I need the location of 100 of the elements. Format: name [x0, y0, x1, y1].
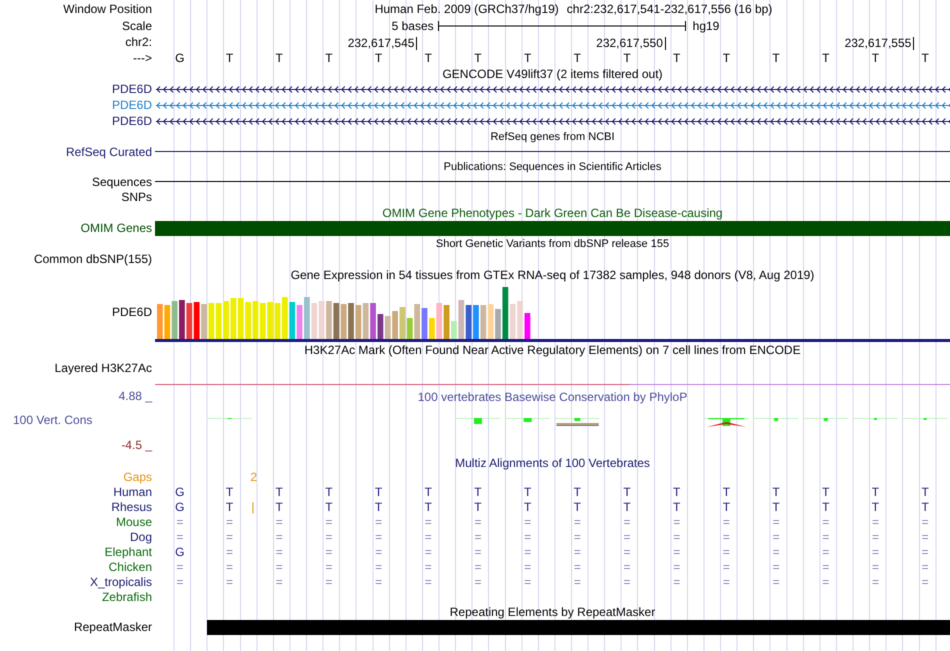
base-letter: G	[175, 51, 185, 65]
base-letter: =	[524, 514, 532, 528]
track-label: SNPs	[121, 190, 152, 204]
base-letter: T	[474, 51, 482, 65]
base-letter: =	[872, 514, 879, 528]
base-letter: T	[623, 500, 631, 514]
coordinate-label: 232,617,545	[348, 37, 418, 50]
base-letter: =	[375, 574, 382, 588]
base-letter: T	[276, 500, 283, 514]
base-letter: T	[623, 484, 631, 498]
base-letter: =	[624, 530, 631, 544]
base-letter: T	[424, 484, 432, 498]
base-letter: =	[226, 530, 234, 544]
base-letter: =	[276, 544, 283, 558]
base-letter: =	[624, 514, 631, 528]
base-letter: T	[524, 500, 532, 514]
base-letter: T	[872, 51, 880, 65]
base-letter: =	[176, 560, 184, 574]
base-letter: =	[524, 574, 532, 588]
base-letter: =	[276, 530, 283, 544]
base-letter: T	[772, 484, 780, 498]
base-letter: =	[226, 574, 234, 588]
base-letter: T	[524, 484, 532, 498]
base-letter: =	[325, 574, 332, 588]
track-title: RefSeq genes from NCBI	[490, 130, 615, 142]
base-letter: T	[722, 484, 730, 498]
base-letter: T	[276, 51, 283, 65]
base-letter: =	[375, 530, 382, 544]
base-letter: T	[424, 500, 432, 514]
track-label: RefSeq Curated	[66, 144, 152, 158]
base-letter: T	[524, 51, 532, 65]
base-letter: T	[872, 500, 880, 514]
track-label: PDE6D	[112, 114, 152, 128]
base-letter: T	[574, 51, 582, 65]
base-letter: =	[822, 560, 830, 574]
track-title: Publications: Sequences in Scientific Articles	[444, 160, 662, 172]
base-letter: T	[374, 500, 382, 514]
base-letter: T	[921, 51, 929, 65]
base-letter: =	[822, 574, 830, 588]
base-letter: =	[375, 560, 382, 574]
track-label: Scale	[122, 18, 152, 32]
base-letter: =	[424, 530, 432, 544]
track-label: PDE6D	[112, 305, 152, 319]
base-letter: T	[226, 51, 234, 65]
coordinate-label: 232,617,555	[844, 37, 914, 50]
gap-count: 2	[250, 470, 258, 484]
base-letter: =	[872, 530, 879, 544]
base-letter: =	[922, 544, 929, 558]
track-label: Sequences	[92, 174, 152, 188]
base-letter: T	[822, 51, 830, 65]
base-letter: =	[922, 514, 929, 528]
base-letter: =	[176, 530, 184, 544]
base-letter: T	[226, 484, 234, 498]
base-letter: T	[872, 484, 880, 498]
base-letter: =	[424, 560, 432, 574]
base-letter: T	[574, 484, 582, 498]
base-letter: =	[822, 530, 830, 544]
track-label: RepeatMasker	[74, 620, 152, 634]
base-letter: =	[574, 560, 581, 574]
track-label: 100 Vert. Cons	[12, 414, 94, 426]
base-letter: T	[424, 51, 432, 65]
track-label: Human	[113, 484, 152, 498]
base-letter: T	[325, 51, 333, 65]
base-letter: =	[325, 544, 332, 558]
base-letter: T	[822, 500, 830, 514]
base-letter: T	[276, 484, 283, 498]
base-letter: =	[624, 560, 631, 574]
track-title: Short Genetic Variants from dbSNP release 155	[436, 238, 670, 250]
base-letter: T	[772, 500, 780, 514]
base-letter: G	[175, 544, 185, 558]
track-label: PDE6D	[112, 98, 152, 112]
base-letter: =	[772, 560, 780, 574]
coordinate-label: 232,617,550	[596, 37, 666, 50]
assembly-label: hg19	[692, 18, 720, 32]
base-letter: T	[325, 500, 333, 514]
base-letter: =	[772, 530, 780, 544]
base-letter: =	[922, 560, 929, 574]
base-letter: T	[474, 484, 482, 498]
base-letter: =	[722, 560, 730, 574]
track-label: Mouse	[116, 514, 152, 528]
base-letter: T	[474, 500, 482, 514]
track-label: Gaps	[123, 470, 152, 484]
base-letter: =	[276, 574, 283, 588]
base-letter: =	[424, 574, 432, 588]
base-letter: T	[722, 51, 730, 65]
track-label: OMIM Genes	[80, 221, 152, 235]
track-label: chr2:	[125, 35, 152, 49]
assembly-name: Human Feb. 2009 (GRCh37/hg19)	[374, 2, 559, 16]
track-label: Window Position	[63, 2, 152, 16]
base-letter: =	[524, 560, 532, 574]
base-letter: =	[474, 530, 482, 544]
base-letter: =	[424, 544, 432, 558]
base-letter: T	[673, 51, 680, 65]
track-title: OMIM Gene Phenotypes - Dark Green Can Be Disease-causing	[382, 206, 723, 220]
base-letter: =	[524, 544, 532, 558]
base-letter: =	[922, 530, 929, 544]
track-label: Dog	[130, 530, 152, 544]
insertion-mark: |	[251, 500, 254, 514]
base-letter: =	[872, 560, 879, 574]
base-letter: =	[276, 514, 283, 528]
